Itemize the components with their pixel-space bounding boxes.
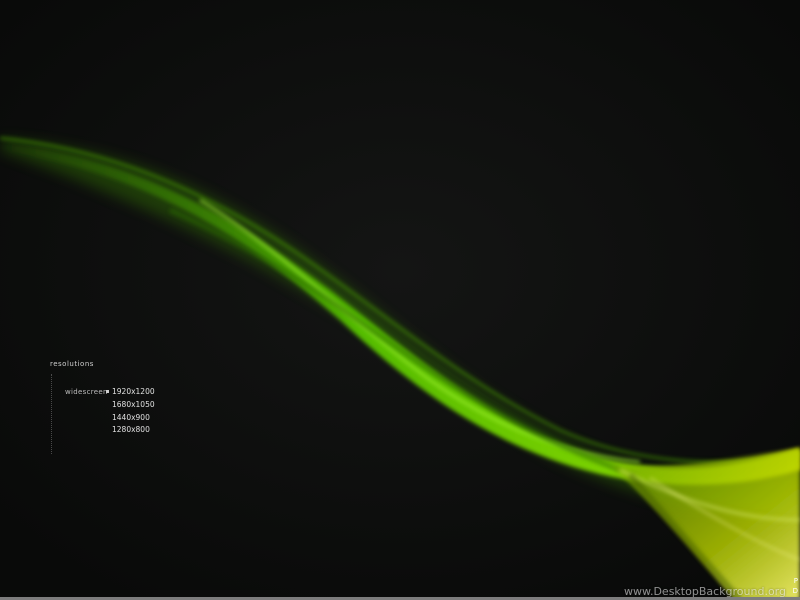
corner-letter: D (792, 587, 798, 595)
resolution-link-1280x800[interactable]: 1280x800 (112, 424, 155, 437)
resolutions-title: resolutions (50, 360, 94, 368)
widescreen-label: widescreen (65, 388, 108, 396)
dotted-guide-line (51, 374, 52, 454)
resolution-link-1920x1200[interactable]: 1920x1200 (112, 386, 155, 399)
green-wave-graphic (0, 0, 800, 600)
corner-letter: P (793, 577, 798, 585)
resolution-link-1440x900[interactable]: 1440x900 (112, 412, 155, 425)
resolution-list: 1920x1200 1680x1050 1440x900 1280x800 (112, 386, 155, 437)
resolution-link-1680x1050[interactable]: 1680x1050 (112, 399, 155, 412)
corner-text: P D (793, 576, 798, 596)
bullet-icon (106, 390, 109, 393)
